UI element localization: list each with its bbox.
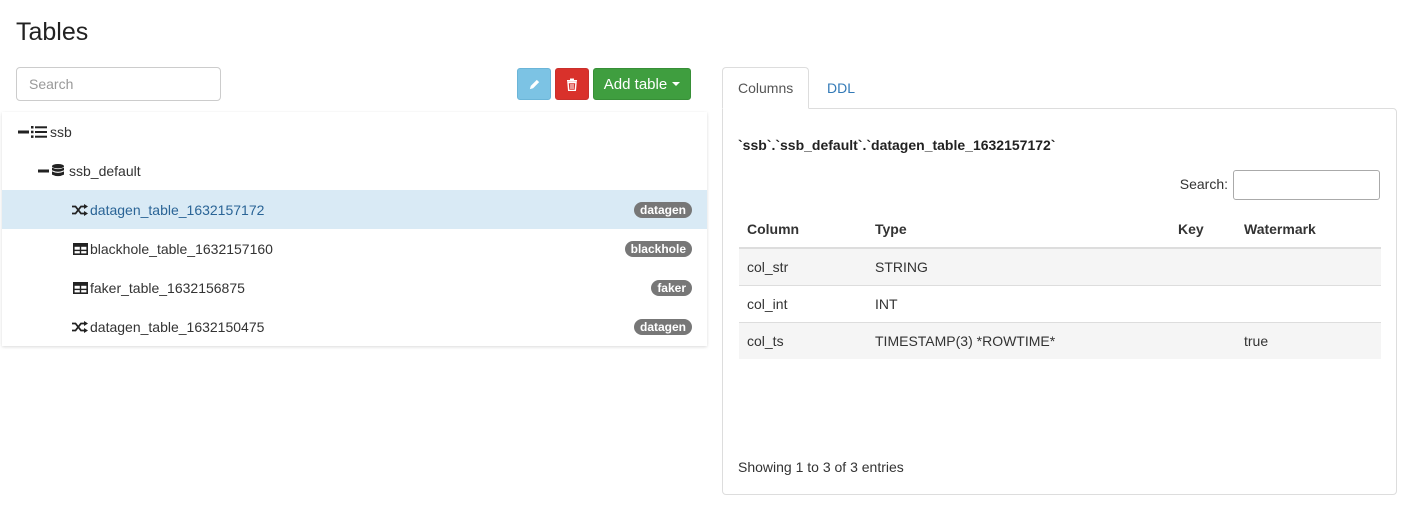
- column-header-key[interactable]: Key: [1170, 210, 1236, 249]
- cell-type: INT: [867, 285, 1170, 323]
- cell-column: col_str: [739, 247, 867, 286]
- tree-node-label: ssb_default: [69, 162, 141, 179]
- tab-ddl[interactable]: DDL: [812, 67, 872, 109]
- pencil-icon: [528, 78, 541, 91]
- columns-search-label: Search:: [1179, 176, 1228, 192]
- tree-node-table[interactable]: datagen_table_1632157172 datagen: [2, 190, 707, 229]
- add-table-label: Add table: [603, 75, 668, 93]
- tab-columns[interactable]: Columns: [722, 67, 809, 109]
- tree-node-table[interactable]: faker_table_1632156875 faker: [2, 268, 707, 307]
- table-info: Showing 1 to 3 of 3 entries: [738, 459, 904, 475]
- table-icon: [73, 281, 88, 294]
- tree-node-label: faker_table_1632156875: [90, 279, 245, 296]
- trash-icon: [566, 78, 578, 91]
- connector-badge: datagen: [633, 319, 692, 335]
- shuffle-icon: [72, 320, 88, 333]
- columns-search-input[interactable]: [1233, 170, 1380, 200]
- connector-badge: datagen: [633, 202, 692, 218]
- cell-column: col_int: [739, 285, 867, 323]
- list-icon: [31, 125, 47, 138]
- edit-table-button[interactable]: [517, 68, 551, 100]
- delete-table-button[interactable]: [555, 68, 589, 100]
- minus-icon[interactable]: [38, 166, 49, 176]
- table-row[interactable]: col_str STRING: [739, 247, 1381, 286]
- cell-key: [1170, 247, 1236, 286]
- cell-watermark: [1236, 247, 1381, 286]
- cell-column: col_ts: [739, 322, 867, 359]
- column-header-column[interactable]: Column: [739, 210, 867, 249]
- add-table-button[interactable]: Add table: [593, 68, 691, 100]
- tree-node-catalog[interactable]: ssb: [2, 112, 707, 151]
- tree-node-database[interactable]: ssb_default: [2, 151, 707, 190]
- tree-node-table[interactable]: blackhole_table_1632157160 blackhole: [2, 229, 707, 268]
- caret-down-icon: [672, 82, 681, 86]
- database-icon: [52, 164, 64, 177]
- minus-icon[interactable]: [18, 127, 29, 137]
- table-header-row: Column Type Key Watermark: [739, 210, 1381, 249]
- shuffle-icon: [72, 203, 88, 216]
- cell-type: STRING: [867, 247, 1170, 286]
- connector-badge: blackhole: [624, 241, 692, 257]
- table-search-input[interactable]: [16, 67, 221, 101]
- tree-node-label: datagen_table_1632157172: [90, 201, 265, 218]
- tree-node-label: ssb: [50, 123, 72, 140]
- qualified-table-name: `ssb`.`ssb_default`.`datagen_table_16321…: [738, 137, 1056, 153]
- columns-panel: `ssb`.`ssb_default`.`datagen_table_16321…: [722, 108, 1397, 495]
- cell-watermark: true: [1236, 322, 1381, 359]
- cell-key: [1170, 285, 1236, 323]
- connector-badge: faker: [651, 280, 692, 296]
- cell-watermark: [1236, 285, 1381, 323]
- tree-node-table[interactable]: datagen_table_1632150475 datagen: [2, 307, 707, 346]
- cell-type: TIMESTAMP(3) *ROWTIME*: [867, 322, 1170, 359]
- column-header-watermark[interactable]: Watermark: [1236, 210, 1381, 249]
- page-title: Tables: [16, 18, 89, 46]
- tree-node-label: blackhole_table_1632157160: [90, 240, 273, 257]
- table-row[interactable]: col_ts TIMESTAMP(3) *ROWTIME* true: [739, 322, 1381, 359]
- columns-table: Column Type Key Watermark col_str STRING…: [739, 210, 1381, 359]
- table-tree: ssb ssb_default datagen_table_1632157172…: [2, 112, 707, 346]
- column-header-type[interactable]: Type: [867, 210, 1170, 249]
- tree-node-label: datagen_table_1632150475: [90, 318, 265, 335]
- table-row[interactable]: col_int INT: [739, 285, 1381, 323]
- cell-key: [1170, 322, 1236, 359]
- table-icon: [73, 242, 88, 255]
